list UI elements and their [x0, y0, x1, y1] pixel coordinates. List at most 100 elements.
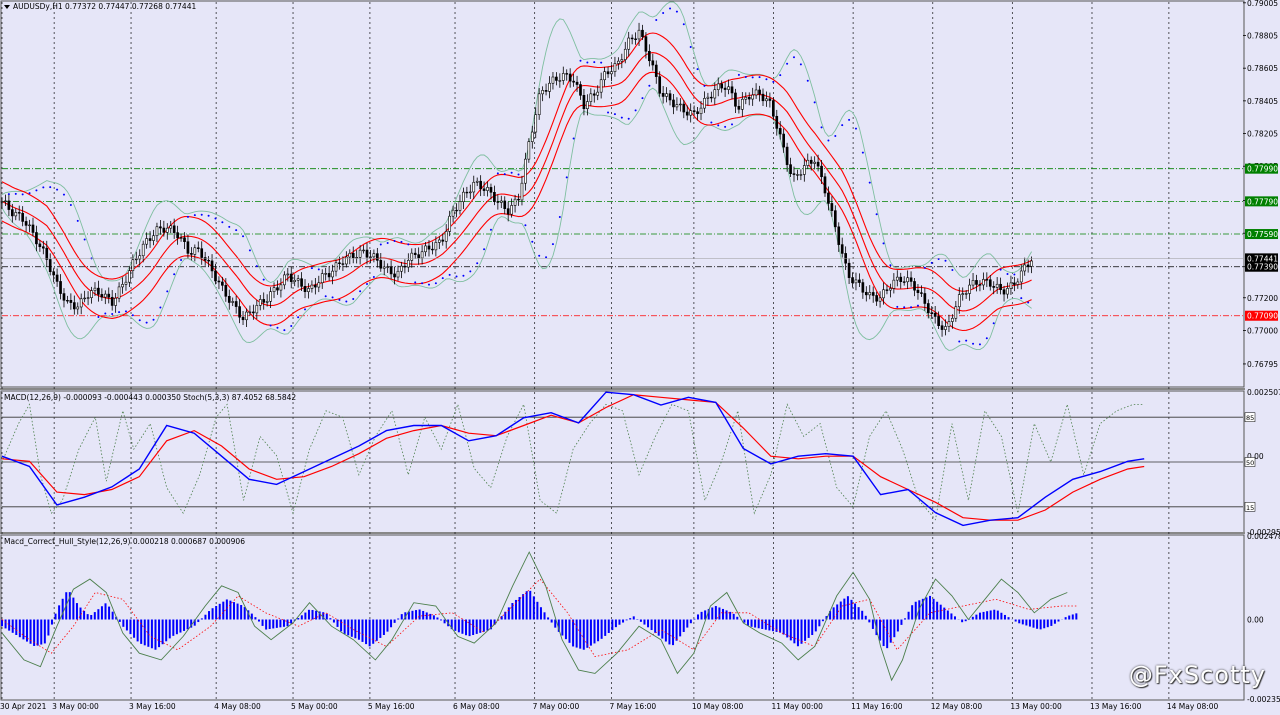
- candle-body: [108, 294, 110, 297]
- histogram-bar: [686, 620, 688, 628]
- candle-body: [70, 300, 72, 302]
- sar-dot: [903, 306, 905, 308]
- sar-dot: [201, 214, 203, 216]
- sar-dot: [22, 193, 24, 195]
- sar-dot: [407, 243, 409, 245]
- histogram-bar: [347, 620, 349, 636]
- sar-dot: [945, 260, 947, 262]
- candle-body: [32, 225, 34, 233]
- candle-body: [755, 90, 757, 95]
- x-tick-label: 3 May 16:00: [129, 702, 176, 711]
- histogram-bar: [715, 606, 717, 619]
- candle-body: [604, 72, 606, 80]
- histogram-bar: [822, 620, 824, 622]
- sar-dot: [883, 242, 885, 244]
- level-label: 0.77990: [1247, 165, 1278, 174]
- candle-body: [617, 61, 619, 63]
- candle-body: [886, 290, 888, 291]
- candle-body: [931, 313, 933, 314]
- hull-y-tick-label: 0.002478: [1247, 532, 1280, 541]
- sar-dot: [869, 182, 871, 184]
- histogram-bar: [979, 613, 981, 620]
- histogram-bar: [187, 620, 189, 630]
- sar-dot: [435, 282, 437, 284]
- histogram-bar: [279, 620, 281, 628]
- candle-body: [452, 210, 454, 216]
- x-tick-label: 6 May 08:00: [453, 702, 500, 711]
- sar-dot: [552, 243, 554, 245]
- sar-dot: [256, 265, 258, 267]
- candle-body: [552, 77, 554, 83]
- histogram-bar: [315, 611, 317, 620]
- candle-body: [411, 253, 413, 260]
- candle-body: [214, 271, 216, 281]
- candle-body: [641, 30, 643, 36]
- sar-dot: [469, 270, 471, 272]
- histogram-bar: [651, 620, 653, 631]
- candle-body: [548, 83, 550, 91]
- histogram-bar: [583, 620, 585, 650]
- candle-body: [170, 226, 172, 228]
- histogram-bar: [604, 620, 606, 636]
- candle-body: [414, 253, 416, 254]
- candle-body: [418, 255, 420, 258]
- candle-body: [380, 260, 382, 268]
- histogram-bar: [329, 618, 331, 619]
- candle-body: [177, 233, 179, 238]
- sar-dot: [573, 138, 575, 140]
- candle-body: [366, 250, 368, 257]
- current-price-label: 0.77441: [1247, 254, 1278, 263]
- sar-dot: [359, 290, 361, 292]
- sar-dot: [951, 269, 953, 271]
- candle-body: [648, 51, 650, 60]
- histogram-bar: [1072, 614, 1074, 619]
- candle-body: [772, 101, 774, 117]
- histogram-bar: [444, 620, 446, 624]
- candle-body: [669, 94, 671, 100]
- histogram-bar: [790, 620, 792, 641]
- histogram-bar: [361, 620, 363, 642]
- candle-body: [318, 283, 320, 287]
- histogram-bar: [154, 620, 156, 650]
- candle-body: [745, 97, 747, 99]
- histogram-bar: [1018, 620, 1020, 624]
- x-tick-label: 11 May 00:00: [772, 702, 824, 711]
- candle-body: [142, 244, 144, 256]
- histogram-bar: [629, 618, 631, 619]
- candle-body: [628, 38, 630, 49]
- sar-dot: [979, 343, 981, 345]
- candle-body: [90, 291, 92, 298]
- sar-dot: [793, 56, 795, 58]
- sar-dot: [270, 325, 272, 327]
- histogram-bar: [847, 596, 849, 619]
- candle-body: [759, 90, 761, 94]
- candle-body: [270, 292, 272, 302]
- histogram-bar: [593, 620, 595, 644]
- candle-body: [989, 280, 991, 287]
- histogram-bar: [658, 620, 660, 636]
- candle-body: [115, 298, 117, 305]
- histogram-bar: [661, 620, 663, 639]
- histogram-bar: [87, 614, 89, 619]
- candle-body: [958, 295, 960, 307]
- sar-dot: [166, 290, 168, 292]
- sar-dot: [786, 63, 788, 65]
- histogram-bar: [465, 620, 467, 636]
- histogram-bar: [204, 615, 206, 620]
- candle-body: [714, 90, 716, 98]
- sar-dot: [146, 322, 148, 324]
- candle-body: [473, 182, 475, 192]
- candle-body: [562, 73, 564, 80]
- candle-body: [304, 286, 306, 291]
- candle-body: [132, 260, 134, 271]
- histogram-bar: [376, 620, 378, 641]
- sar-dot: [249, 249, 251, 251]
- sar-dot: [655, 19, 657, 21]
- histogram-bar: [765, 620, 767, 630]
- candle-body: [297, 279, 299, 281]
- histogram-bar: [1, 620, 3, 627]
- candle-body: [597, 92, 599, 95]
- histogram-bar: [297, 618, 299, 619]
- candle-body: [776, 116, 778, 128]
- sar-dot: [862, 152, 864, 154]
